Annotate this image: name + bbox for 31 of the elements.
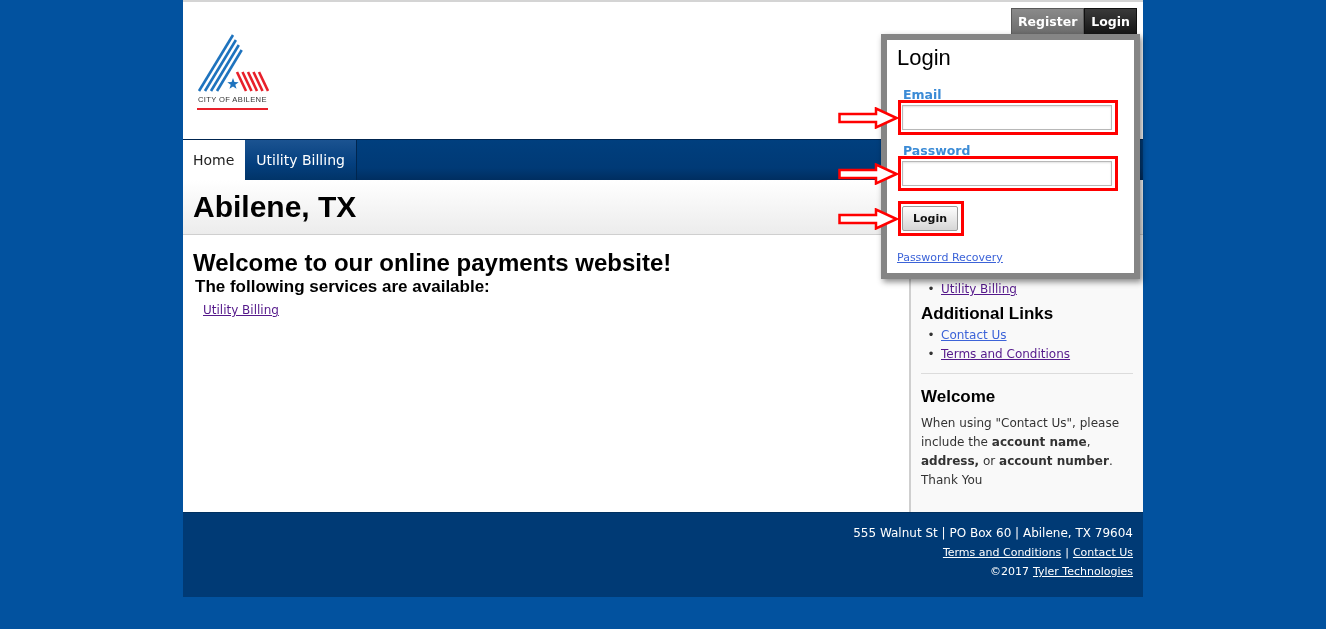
page-title: Abilene, TX	[193, 190, 357, 224]
field-label: Password	[902, 143, 971, 159]
footer-separator: |	[1065, 546, 1069, 559]
section-heading: Additional Links	[921, 303, 1055, 325]
welcome-text: When using "Contact Us", please include the account name, address, or account number. Thank You	[921, 415, 1121, 489]
list-bullet: •	[926, 281, 936, 298]
account-tab[interactable]: Register	[1010, 8, 1085, 34]
footer-link[interactable]: Tyler Technologies	[1032, 565, 1133, 578]
account-tab[interactable]: Login	[1084, 8, 1137, 34]
login-button[interactable]: Login	[902, 206, 958, 231]
sidebar-link[interactable]: Contact Us	[941, 326, 1007, 345]
list-bullet: •	[926, 346, 936, 363]
services-subheading: The following services are available:	[195, 277, 491, 297]
input-field[interactable]	[902, 105, 1112, 130]
sidebar-link[interactable]: Terms and Conditions	[941, 345, 1071, 364]
service-link[interactable]: Utility Billing	[941, 280, 1017, 299]
footer-link[interactable]: Contact Us	[1072, 546, 1133, 559]
password-recovery-link[interactable]: Password Recovery	[897, 251, 1003, 265]
footer-address: 555 Walnut St | PO Box 60 | Abilene, TX 79604	[853, 526, 1133, 540]
copyright-text: ©2017	[989, 565, 1029, 578]
service-link[interactable]: Utility Billing	[203, 303, 279, 317]
popup-title: Login	[897, 45, 952, 71]
welcome-heading: Welcome to our online payments website!	[193, 249, 673, 277]
input-field[interactable]	[902, 161, 1112, 186]
footer-link[interactable]: Terms and Conditions	[942, 546, 1062, 559]
logo-icon	[197, 34, 269, 92]
nav-tab[interactable]: Home	[183, 140, 246, 180]
section-heading: Welcome	[921, 386, 997, 408]
list-bullet: •	[926, 327, 936, 344]
nav-tab[interactable]: Utility Billing	[245, 140, 357, 180]
field-label: Email	[902, 87, 942, 103]
